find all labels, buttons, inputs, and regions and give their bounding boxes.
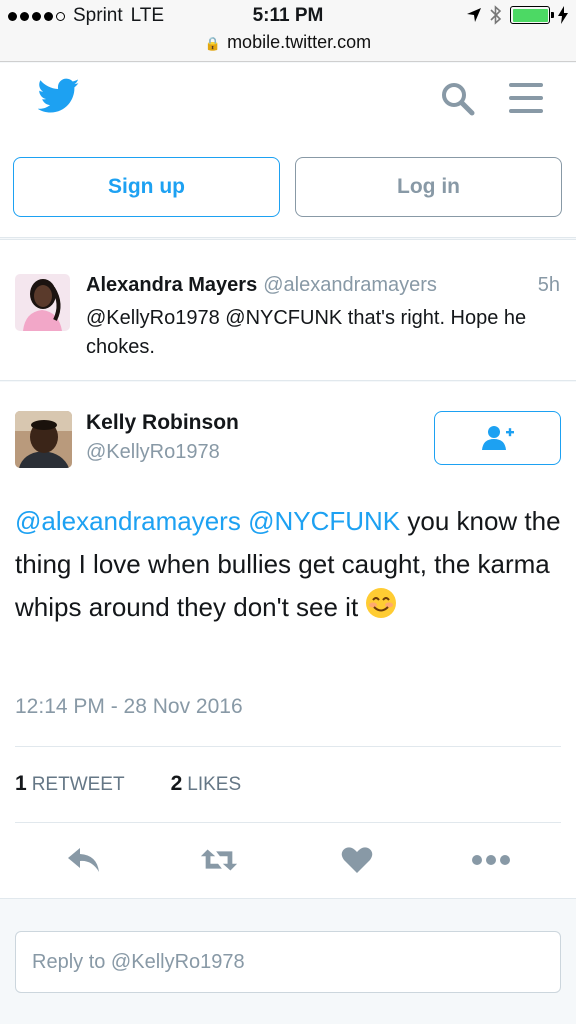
more-dots-icon <box>472 855 510 865</box>
retweet-count: 1 <box>15 772 27 795</box>
author-line: Alexandra Mayers @alexandramayers <box>86 274 437 297</box>
follow-button[interactable] <box>434 411 561 465</box>
site-header: Sign up Log in <box>0 63 576 238</box>
like-button[interactable] <box>337 842 377 878</box>
twitter-bird-icon[interactable] <box>38 78 80 114</box>
avatar[interactable] <box>15 411 72 468</box>
author-name[interactable]: Kelly Robinson <box>86 411 239 435</box>
signup-button[interactable]: Sign up <box>13 157 280 217</box>
charging-bolt-icon <box>558 6 568 24</box>
tweet-text: @alexandramayers @NYCFUNK you know the t… <box>15 500 563 632</box>
lock-icon: 🔒 <box>204 36 222 51</box>
heart-icon <box>341 847 373 873</box>
reply-button[interactable] <box>64 842 104 878</box>
retweet-stat[interactable]: 1 RETWEET <box>15 772 125 796</box>
mention-link[interactable]: @alexandramayers <box>15 506 241 536</box>
divider <box>15 822 561 823</box>
status-icons <box>466 5 568 25</box>
likes-label: LIKES <box>187 774 242 795</box>
likes-count: 2 <box>170 772 183 795</box>
reply-area <box>0 900 576 1024</box>
tweet-timestamp[interactable]: 12:14 PM - 28 Nov 2016 <box>15 695 243 719</box>
reply-icon <box>68 848 99 872</box>
menu-icon[interactable] <box>508 81 544 115</box>
mention-link[interactable]: @NYCFUNK <box>248 506 400 536</box>
battery-icon <box>510 6 554 24</box>
author-name[interactable]: Alexandra Mayers <box>86 274 257 296</box>
tweet-time-ago[interactable]: 5h <box>538 274 560 297</box>
parent-tweet[interactable]: Alexandra Mayers @alexandramayers 5h @Kel… <box>0 239 576 381</box>
follow-user-icon <box>481 426 514 450</box>
bluetooth-icon <box>490 5 502 25</box>
likes-stat[interactable]: 2 LIKES <box>171 772 242 796</box>
tweet-text: @KellyRo1978 @NYCFUNK that's right. Hope… <box>86 307 527 358</box>
avatar[interactable] <box>15 274 70 331</box>
retweet-label: RETWEET <box>31 774 125 795</box>
status-bar: Sprint LTE 5:11 PM 🔒 mobile.twitter.com <box>0 0 576 62</box>
retweet-icon <box>200 849 238 871</box>
author-handle[interactable]: @alexandramayers <box>263 274 437 296</box>
divider <box>15 746 561 747</box>
login-button[interactable]: Log in <box>295 157 562 217</box>
more-button[interactable] <box>471 842 511 878</box>
location-arrow-icon <box>467 8 481 22</box>
main-tweet: Kelly Robinson @KellyRo1978 @alexandrama… <box>0 382 576 899</box>
address-bar[interactable]: 🔒 mobile.twitter.com <box>0 32 576 53</box>
search-icon[interactable] <box>440 81 476 117</box>
author-handle[interactable]: @KellyRo1978 <box>86 441 220 464</box>
smiling-face-emoji <box>365 587 397 632</box>
tweet-stats: 1 RETWEET 2 LIKES <box>15 772 241 796</box>
url-text: mobile.twitter.com <box>227 32 372 52</box>
reply-input[interactable] <box>15 931 561 993</box>
retweet-button[interactable] <box>199 842 239 878</box>
